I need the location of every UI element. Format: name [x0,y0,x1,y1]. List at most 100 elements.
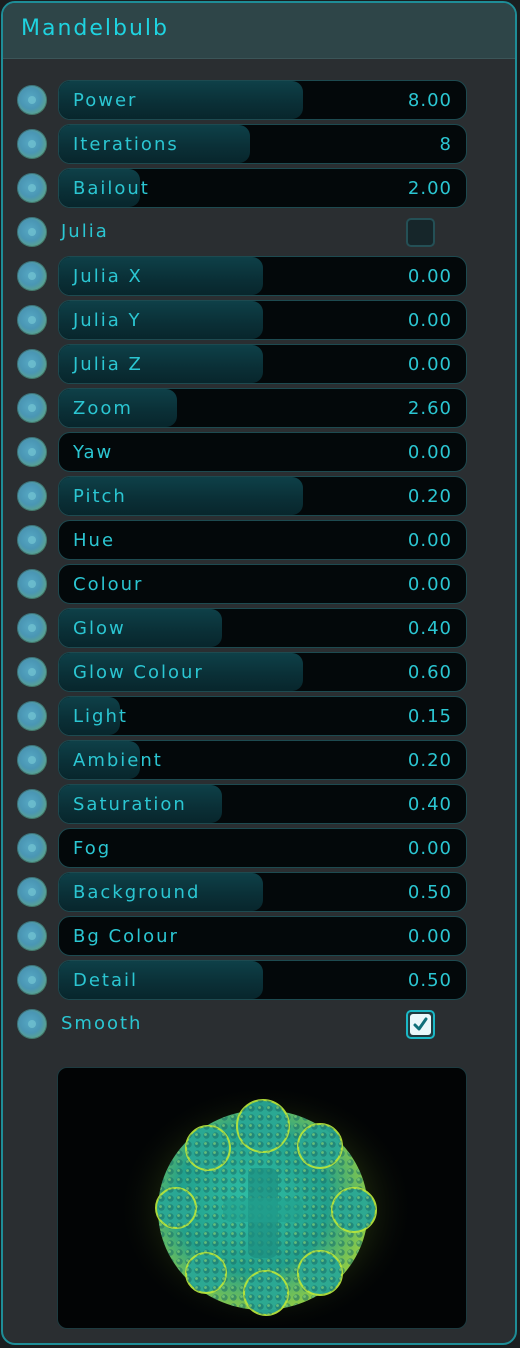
param-row-fog: Fog 0.00 [3,828,515,868]
panel-title: Mandelbulb [21,16,170,41]
power-slider[interactable]: Power 8.00 [58,80,467,120]
fog-slider[interactable]: Fog 0.00 [58,828,467,868]
zoom-slider[interactable]: Zoom 2.60 [58,388,467,428]
glow-colour-slider[interactable]: Glow Colour 0.60 [58,652,467,692]
light-knob-icon[interactable] [17,701,47,731]
smooth-checkbox[interactable] [406,1010,435,1039]
zoom-label: Zoom [73,398,133,419]
param-row-julia-x: Julia X 0.00 [3,256,515,296]
panel-titlebar[interactable]: Mandelbulb [3,3,515,59]
colour-slider[interactable]: Colour 0.00 [58,564,467,604]
param-row-saturation: Saturation 0.40 [3,784,515,824]
bailout-label: Bailout [73,178,150,199]
background-knob-icon[interactable] [17,877,47,907]
param-row-power: Power 8.00 [3,80,515,120]
param-row-pitch: Pitch 0.20 [3,476,515,516]
julia-x-slider[interactable]: Julia X 0.00 [58,256,467,296]
yaw-slider[interactable]: Yaw 0.00 [58,432,467,472]
hue-value: 0.00 [407,530,452,551]
ambient-knob-icon[interactable] [17,745,47,775]
pitch-slider[interactable]: Pitch 0.20 [58,476,467,516]
bg-colour-slider[interactable]: Bg Colour 0.00 [58,916,467,956]
bailout-value: 2.00 [407,178,452,199]
julia-x-value: 0.00 [407,266,452,287]
param-row-colour: Colour 0.00 [3,564,515,604]
iterations-value: 8 [439,134,452,155]
julia-y-slider[interactable]: Julia Y 0.00 [58,300,467,340]
light-label: Light [73,706,128,727]
fog-label: Fog [73,838,112,859]
bailout-slider[interactable]: Bailout 2.00 [58,168,467,208]
detail-knob-icon[interactable] [17,965,47,995]
julia-checkbox[interactable] [406,218,435,247]
ambient-slider[interactable]: Ambient 0.20 [58,740,467,780]
pitch-label: Pitch [73,486,127,507]
smooth-label: Smooth [61,1013,143,1034]
colour-label: Colour [73,574,144,595]
param-row-ambient: Ambient 0.20 [3,740,515,780]
detail-slider[interactable]: Detail 0.50 [58,960,467,1000]
iterations-slider[interactable]: Iterations 8 [58,124,467,164]
power-knob-icon[interactable] [17,85,47,115]
power-value: 8.00 [407,90,452,111]
mandelbulb-panel: Mandelbulb Power 8.00 Iterations 8 Bailo… [1,1,517,1345]
param-row-hue: Hue 0.00 [3,520,515,560]
zoom-knob-icon[interactable] [17,393,47,423]
colour-value: 0.00 [407,574,452,595]
julia-z-slider[interactable]: Julia Z 0.00 [58,344,467,384]
background-label: Background [73,882,201,903]
julia-knob-icon[interactable] [17,217,47,247]
saturation-knob-icon[interactable] [17,789,47,819]
ambient-value: 0.20 [407,750,452,771]
julia-y-label: Julia Y [73,310,142,331]
hue-slider[interactable]: Hue 0.00 [58,520,467,560]
glow-label: Glow [73,618,126,639]
ambient-label: Ambient [73,750,163,771]
bg-colour-label: Bg Colour [73,926,179,947]
glow-colour-label: Glow Colour [73,662,204,683]
glow-colour-knob-icon[interactable] [17,657,47,687]
fog-knob-icon[interactable] [17,833,47,863]
zoom-value: 2.60 [407,398,452,419]
glow-colour-value: 0.60 [407,662,452,683]
bg-colour-value: 0.00 [407,926,452,947]
param-row-bailout: Bailout 2.00 [3,168,515,208]
hue-knob-icon[interactable] [17,525,47,555]
light-slider[interactable]: Light 0.15 [58,696,467,736]
yaw-label: Yaw [73,442,114,463]
light-value: 0.15 [407,706,452,727]
fractal-preview[interactable] [57,1067,467,1329]
julia-x-knob-icon[interactable] [17,261,47,291]
param-row-iterations: Iterations 8 [3,124,515,164]
pitch-value: 0.20 [407,486,452,507]
fog-value: 0.00 [407,838,452,859]
param-row-glow: Glow 0.40 [3,608,515,648]
hue-label: Hue [73,530,116,551]
param-row-detail: Detail 0.50 [3,960,515,1000]
saturation-slider[interactable]: Saturation 0.40 [58,784,467,824]
julia-z-knob-icon[interactable] [17,349,47,379]
julia-x-label: Julia X [73,266,143,287]
bailout-knob-icon[interactable] [17,173,47,203]
glow-value: 0.40 [407,618,452,639]
julia-y-value: 0.00 [407,310,452,331]
julia-y-knob-icon[interactable] [17,305,47,335]
glow-knob-icon[interactable] [17,613,47,643]
param-row-background: Background 0.50 [3,872,515,912]
iterations-knob-icon[interactable] [17,129,47,159]
julia-z-value: 0.00 [407,354,452,375]
background-slider[interactable]: Background 0.50 [58,872,467,912]
yaw-knob-icon[interactable] [17,437,47,467]
param-row-light: Light 0.15 [3,696,515,736]
pitch-knob-icon[interactable] [17,481,47,511]
background-value: 0.50 [407,882,452,903]
bg-colour-knob-icon[interactable] [17,921,47,951]
power-label: Power [73,90,138,111]
glow-slider[interactable]: Glow 0.40 [58,608,467,648]
iterations-label: Iterations [73,134,179,155]
smooth-knob-icon[interactable] [17,1009,47,1039]
colour-knob-icon[interactable] [17,569,47,599]
detail-label: Detail [73,970,139,991]
param-row-bg-colour: Bg Colour 0.00 [3,916,515,956]
saturation-label: Saturation [73,794,187,815]
